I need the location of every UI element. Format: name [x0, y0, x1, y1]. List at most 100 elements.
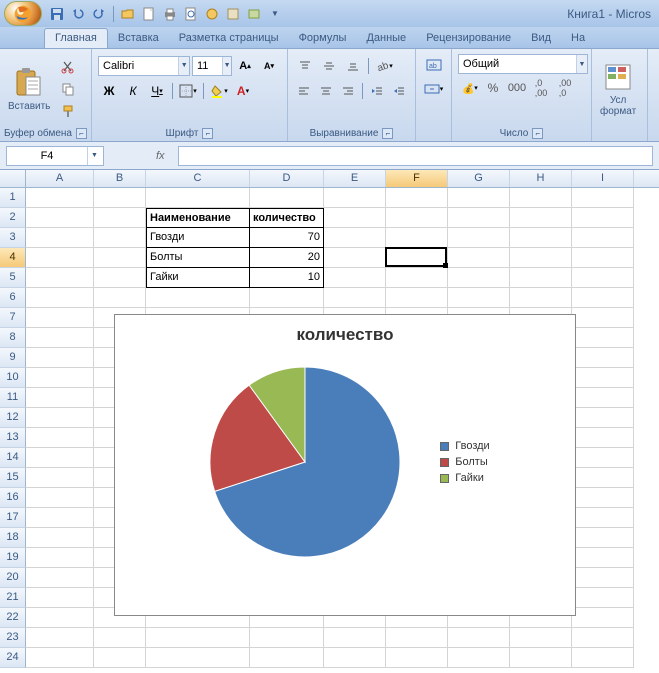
select-all-corner[interactable]	[0, 170, 26, 187]
decrease-indent-button[interactable]	[367, 80, 387, 102]
row-header-7[interactable]: 7	[0, 308, 26, 328]
chevron-down-icon[interactable]: ▼	[222, 57, 231, 75]
qat-undo-icon[interactable]	[69, 5, 87, 23]
tab-extra[interactable]: На	[561, 29, 595, 48]
row-header-21[interactable]: 21	[0, 588, 26, 608]
cell-C23[interactable]	[146, 628, 250, 648]
align-center-button[interactable]	[316, 80, 336, 102]
row-header-11[interactable]: 11	[0, 388, 26, 408]
align-middle-button[interactable]	[318, 55, 340, 77]
cell-E4[interactable]	[324, 248, 386, 268]
row-header-5[interactable]: 5	[0, 268, 26, 288]
col-header-I[interactable]: I	[572, 170, 634, 187]
cell-A19[interactable]	[26, 548, 94, 568]
borders-button[interactable]: ▾	[177, 80, 199, 102]
qat-save-icon[interactable]	[48, 5, 66, 23]
cell-B1[interactable]	[94, 188, 146, 208]
cell-B23[interactable]	[94, 628, 146, 648]
align-left-button[interactable]	[294, 80, 314, 102]
row-header-20[interactable]: 20	[0, 568, 26, 588]
row-header-3[interactable]: 3	[0, 228, 26, 248]
cell-A21[interactable]	[26, 588, 94, 608]
cell-F6[interactable]	[386, 288, 448, 308]
cell-A18[interactable]	[26, 528, 94, 548]
cell-A23[interactable]	[26, 628, 94, 648]
cell-D6[interactable]	[250, 288, 324, 308]
cell-C3[interactable]: Гвозди	[146, 228, 250, 248]
legend-item[interactable]: Гвозди	[440, 440, 489, 452]
col-header-G[interactable]: G	[448, 170, 510, 187]
cell-G23[interactable]	[448, 628, 510, 648]
cell-I24[interactable]	[572, 648, 634, 668]
cell-I5[interactable]	[572, 268, 634, 288]
shrink-font-button[interactable]: A▾	[258, 55, 280, 77]
italic-button[interactable]: К	[122, 80, 144, 102]
font-size-combo[interactable]: ▼	[192, 56, 232, 76]
row-header-14[interactable]: 14	[0, 448, 26, 468]
cell-H3[interactable]	[510, 228, 572, 248]
cell-I16[interactable]	[572, 488, 634, 508]
row-header-16[interactable]: 16	[0, 488, 26, 508]
qat-tool2-icon[interactable]	[224, 5, 242, 23]
qat-customize-icon[interactable]: ▼	[266, 5, 284, 23]
cell-H23[interactable]	[510, 628, 572, 648]
cell-E24[interactable]	[324, 648, 386, 668]
row-header-4[interactable]: 4	[0, 248, 26, 268]
cell-D1[interactable]	[250, 188, 324, 208]
cell-D24[interactable]	[250, 648, 324, 668]
underline-button[interactable]: Ч▾	[146, 80, 168, 102]
copy-button[interactable]	[57, 78, 79, 100]
tab-home[interactable]: Главная	[44, 28, 108, 48]
row-header-1[interactable]: 1	[0, 188, 26, 208]
cell-F2[interactable]	[386, 208, 448, 228]
font-name-input[interactable]	[99, 60, 178, 72]
cell-A15[interactable]	[26, 468, 94, 488]
cell-B4[interactable]	[94, 248, 146, 268]
cell-I17[interactable]	[572, 508, 634, 528]
cell-I18[interactable]	[572, 528, 634, 548]
cell-F5[interactable]	[386, 268, 448, 288]
cell-A16[interactable]	[26, 488, 94, 508]
name-box-input[interactable]	[7, 150, 87, 162]
tab-data[interactable]: Данные	[356, 29, 416, 48]
row-header-23[interactable]: 23	[0, 628, 26, 648]
row-header-12[interactable]: 12	[0, 408, 26, 428]
font-dialog-launcher[interactable]: ⌐	[202, 128, 213, 139]
chart-legend[interactable]: ГвоздиБолтыГайки	[440, 436, 489, 488]
cell-F3[interactable]	[386, 228, 448, 248]
qat-preview-icon[interactable]	[182, 5, 200, 23]
tab-formulas[interactable]: Формулы	[289, 29, 357, 48]
cell-A1[interactable]	[26, 188, 94, 208]
cell-G4[interactable]	[448, 248, 510, 268]
cell-C6[interactable]	[146, 288, 250, 308]
row-header-18[interactable]: 18	[0, 528, 26, 548]
alignment-dialog-launcher[interactable]: ⌐	[382, 128, 393, 139]
cell-B5[interactable]	[94, 268, 146, 288]
align-top-button[interactable]	[294, 55, 316, 77]
cell-H6[interactable]	[510, 288, 572, 308]
cell-A17[interactable]	[26, 508, 94, 528]
number-dialog-launcher[interactable]: ⌐	[532, 128, 543, 139]
qat-tool3-icon[interactable]	[245, 5, 263, 23]
grow-font-button[interactable]: A▴	[234, 55, 256, 77]
row-header-19[interactable]: 19	[0, 548, 26, 568]
cell-B24[interactable]	[94, 648, 146, 668]
cell-G6[interactable]	[448, 288, 510, 308]
pie-chart[interactable]	[200, 357, 410, 567]
cell-A6[interactable]	[26, 288, 94, 308]
cell-A9[interactable]	[26, 348, 94, 368]
cell-I8[interactable]	[572, 328, 634, 348]
tab-insert[interactable]: Вставка	[108, 29, 169, 48]
cell-C4[interactable]: Болты	[146, 248, 250, 268]
qat-new-icon[interactable]	[140, 5, 158, 23]
paste-button[interactable]: Вставить	[4, 65, 54, 114]
col-header-D[interactable]: D	[250, 170, 324, 187]
qat-redo-icon[interactable]	[90, 5, 108, 23]
increase-indent-button[interactable]	[389, 80, 409, 102]
qat-open-icon[interactable]	[119, 5, 137, 23]
row-header-13[interactable]: 13	[0, 428, 26, 448]
clipboard-dialog-launcher[interactable]: ⌐	[76, 128, 87, 139]
cell-F4[interactable]	[386, 248, 448, 268]
cell-E6[interactable]	[324, 288, 386, 308]
col-header-A[interactable]: A	[26, 170, 94, 187]
